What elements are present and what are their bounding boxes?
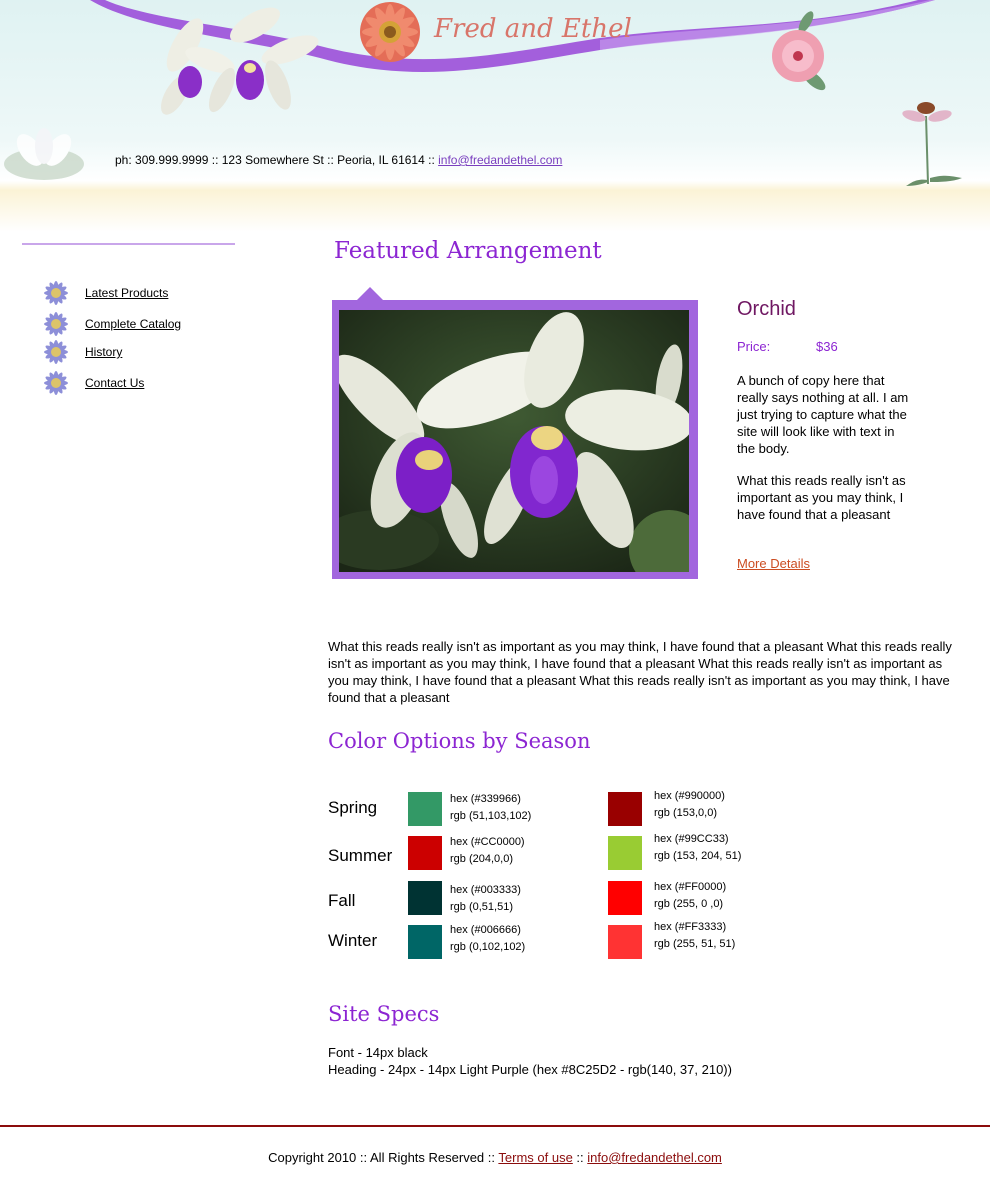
- aster-flower-icon: [44, 340, 68, 364]
- swatch-values: hex (#FF0000) rgb (255, 0 ,0): [654, 879, 726, 913]
- color-swatch: [608, 836, 642, 870]
- sidebar-item-label[interactable]: Contact Us: [85, 376, 144, 390]
- orchid-photo[interactable]: [339, 310, 689, 572]
- swatch-rgb: rgb (204,0,0): [450, 853, 513, 865]
- swatch-hex: hex (#CC0000): [450, 836, 525, 848]
- footer-separator: ::: [572, 1150, 588, 1165]
- swatch-rgb: rgb (0,51,51): [450, 901, 513, 913]
- season-label-summer: Summer: [328, 846, 393, 865]
- swatch-hex: hex (#003333): [450, 884, 521, 896]
- sidebar-item-history[interactable]: History: [42, 338, 122, 366]
- spec-font: Font - 14px black: [328, 1045, 428, 1060]
- color-swatch: [408, 792, 442, 826]
- swatch-hex: hex (#006666): [450, 924, 521, 936]
- spec-heading: Heading - 24px - 14px Light Purple (hex …: [328, 1062, 732, 1077]
- swatch-values: hex (#99CC33) rgb (153, 204, 51): [654, 831, 741, 865]
- season-label-fall: Fall: [328, 891, 356, 910]
- swatch-hex: hex (#990000): [654, 790, 725, 802]
- swatch-values: hex (#339966) rgb (51,103,102): [450, 791, 531, 825]
- price-label: Price:: [737, 339, 771, 354]
- swatch-rgb: rgb (153, 204, 51): [654, 850, 742, 862]
- swatch-values: hex (#990000) rgb (153,0,0): [654, 788, 725, 822]
- more-details-link[interactable]: More Details: [737, 556, 810, 571]
- sidebar-item-label[interactable]: Latest Products: [85, 286, 168, 300]
- swatch-rgb: rgb (153,0,0): [654, 807, 717, 819]
- footer-divider: [0, 1125, 990, 1127]
- water-lily-illustration: [4, 128, 84, 180]
- aster-flower-icon: [44, 312, 68, 336]
- footer-email-link[interactable]: info@fredandethel.com: [587, 1150, 722, 1165]
- copyright-text: Copyright 2010 :: All Rights Reserved ::: [268, 1150, 499, 1165]
- color-swatch: [608, 925, 642, 959]
- swatch-rgb: rgb (0,102,102): [450, 941, 526, 953]
- body-paragraph: What this reads really isn't as importan…: [328, 639, 952, 705]
- site-footer: Copyright 2010 :: All Rights Reserved ::…: [0, 1150, 990, 1165]
- product-name: Orchid: [737, 298, 796, 320]
- contact-email-link[interactable]: info@fredandethel.com: [438, 153, 562, 167]
- orchid-illustration: [161, 7, 319, 115]
- product-description-more: What this reads really isn't as importan…: [737, 473, 906, 522]
- site-logo-text: Fred and Ethel: [434, 14, 632, 44]
- swatch-hex: hex (#FF3333): [654, 921, 727, 933]
- swatch-values: hex (#FF3333) rgb (255, 51, 51): [654, 919, 735, 953]
- color-options-heading: Color Options by Season: [328, 729, 591, 753]
- sidebar-item-label[interactable]: History: [85, 345, 122, 359]
- contact-info: ph: 309.999.9999 :: 123 Somewhere St :: …: [115, 153, 562, 167]
- color-swatch: [608, 881, 642, 915]
- aster-flower-icon: [44, 281, 68, 305]
- sidebar-item-contact-us[interactable]: Contact Us: [42, 369, 144, 397]
- aster-flower-icon: [44, 371, 68, 395]
- swatch-rgb: rgb (255, 51, 51): [654, 938, 736, 950]
- coneflower-illustration: [902, 102, 962, 186]
- gerbera-daisy-icon: [360, 2, 420, 62]
- color-swatch: [408, 836, 442, 870]
- swatch-values: hex (#006666) rgb (0,102,102): [450, 922, 525, 956]
- terms-of-use-link[interactable]: Terms of use: [498, 1150, 572, 1165]
- price-value: $36: [816, 339, 838, 354]
- swatch-rgb: rgb (255, 0 ,0): [654, 898, 724, 910]
- featured-frame-notch: [356, 287, 384, 301]
- sidebar-item-latest-products[interactable]: Latest Products: [42, 279, 168, 307]
- swatch-values: hex (#CC0000) rgb (204,0,0): [450, 834, 525, 868]
- sidebar-item-complete-catalog[interactable]: Complete Catalog: [42, 310, 181, 338]
- swatch-values: hex (#003333) rgb (0,51,51): [450, 882, 521, 916]
- sidebar-divider: [22, 243, 235, 245]
- swatch-hex: hex (#99CC33): [654, 833, 729, 845]
- season-label-winter: Winter: [328, 931, 378, 950]
- color-swatch: [608, 792, 642, 826]
- featured-heading: Featured Arrangement: [334, 238, 602, 264]
- swatch-hex: hex (#FF0000): [654, 881, 727, 893]
- product-description: A bunch of copy here that really says no…: [737, 373, 909, 456]
- swatch-rgb: rgb (51,103,102): [450, 810, 532, 822]
- sidebar-item-label[interactable]: Complete Catalog: [85, 317, 181, 331]
- contact-details: ph: 309.999.9999 :: 123 Somewhere St :: …: [115, 153, 439, 167]
- season-label-spring: Spring: [328, 798, 378, 817]
- color-swatch: [408, 925, 442, 959]
- color-swatch: [408, 881, 442, 915]
- site-header: Fred and Ethel ph: 309.999.9999 :: 123 S…: [0, 0, 990, 232]
- swatch-hex: hex (#339966): [450, 793, 521, 805]
- site-specs-heading: Site Specs: [328, 1002, 440, 1026]
